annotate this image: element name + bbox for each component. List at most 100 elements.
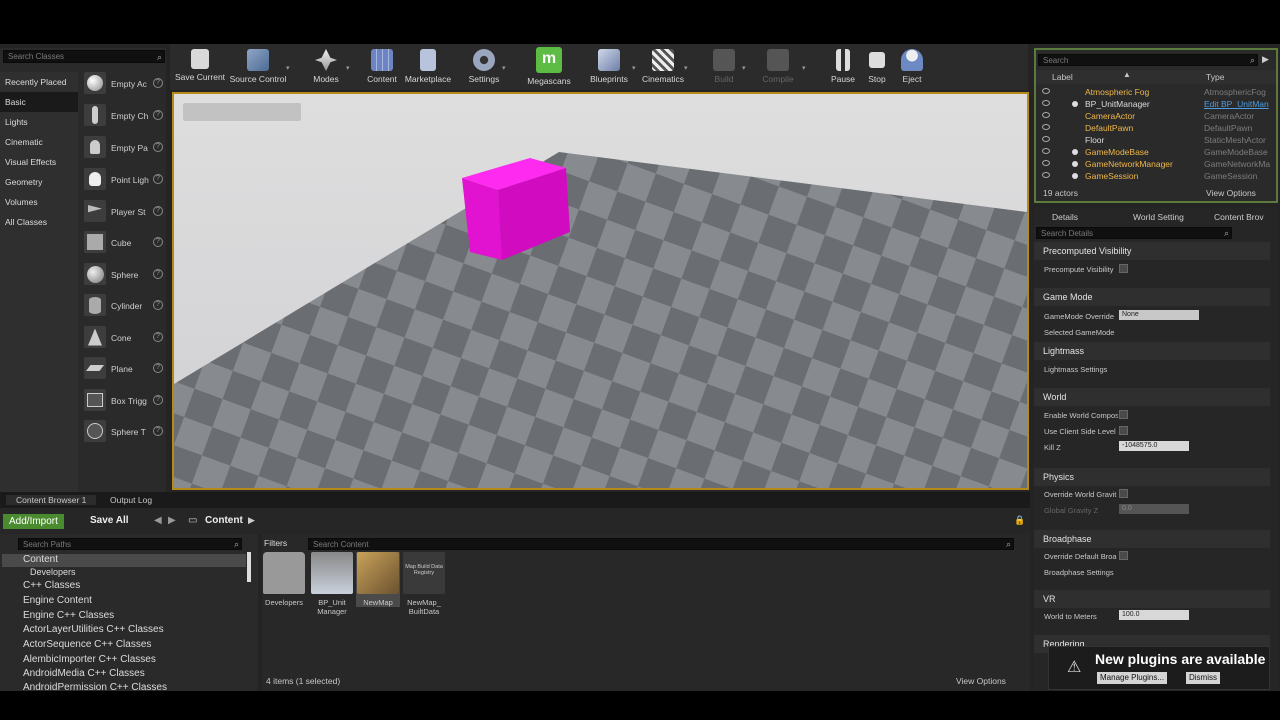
- settings-button[interactable]: Settings: [464, 46, 504, 88]
- help-icon[interactable]: ?: [153, 269, 163, 279]
- breadcrumb-arrow-icon[interactable]: ▶: [248, 515, 255, 526]
- actor-row[interactable]: Atmospheric Fog AtmosphericFog: [1042, 87, 1272, 99]
- help-icon[interactable]: ?: [153, 395, 163, 405]
- compile-button[interactable]: Compile: [758, 46, 798, 88]
- help-icon[interactable]: ?: [153, 363, 163, 373]
- cinematics-dropdown-icon[interactable]: ▾: [684, 64, 688, 72]
- path-breadcrumb[interactable]: Content: [205, 515, 243, 526]
- actor-row[interactable]: GameSession GameSession: [1042, 171, 1272, 183]
- tree-item[interactable]: ActorSequence C++ Classes: [23, 639, 151, 650]
- asset-newmap-builtdata[interactable]: Map Build Data Registry NewMap_ BuiltData: [402, 552, 446, 616]
- place-item-cylinder[interactable]: Cylinder?: [82, 292, 166, 322]
- global-gravity-input[interactable]: 0.0: [1119, 504, 1189, 514]
- content-button[interactable]: Content: [364, 46, 400, 88]
- asset-view-options-button[interactable]: View Options: [956, 676, 1006, 686]
- tree-item-developers[interactable]: Developers: [30, 567, 76, 577]
- tab-content-browser-1[interactable]: Content Browser 1: [6, 495, 97, 505]
- stop-button[interactable]: Stop: [864, 46, 890, 88]
- section-game-mode[interactable]: Game Mode: [1034, 288, 1270, 306]
- save-all-button[interactable]: Save All: [90, 515, 129, 526]
- help-icon[interactable]: ?: [153, 300, 163, 310]
- tree-item[interactable]: C++ Classes: [23, 580, 80, 591]
- search-details-input[interactable]: Search Details ⌕: [1036, 227, 1232, 239]
- tree-item-content[interactable]: Content: [23, 554, 58, 565]
- save-current-button[interactable]: Save Current: [174, 46, 226, 88]
- world-to-meters-input[interactable]: 100.0: [1119, 610, 1189, 620]
- modes-button[interactable]: Modes: [306, 46, 346, 88]
- megascans-button[interactable]: m Megascans: [524, 46, 574, 88]
- place-item-box-trigger[interactable]: Box Trigg?: [82, 387, 166, 417]
- tree-item[interactable]: Engine Content: [23, 595, 92, 606]
- gamemode-override-dropdown[interactable]: None: [1119, 310, 1199, 320]
- search-classes-input[interactable]: Search Classes ⌕: [3, 50, 165, 63]
- eye-icon[interactable]: [1042, 160, 1050, 166]
- modes-dropdown-icon[interactable]: ▾: [346, 64, 350, 72]
- help-icon[interactable]: ?: [153, 426, 163, 436]
- tab-output-log[interactable]: Output Log: [110, 495, 152, 505]
- category-visual-effects[interactable]: Visual Effects: [0, 152, 78, 172]
- tree-item[interactable]: AndroidPermission C++ Classes: [23, 682, 167, 693]
- blueprints-button[interactable]: Blueprints: [584, 46, 634, 88]
- settings-dropdown-icon[interactable]: ▾: [502, 64, 506, 72]
- help-icon[interactable]: ?: [153, 206, 163, 216]
- asset-bp-unit-manager[interactable]: BP_Unit Manager: [310, 552, 354, 616]
- asset-developers-folder[interactable]: Developers: [262, 552, 306, 607]
- place-item-cone[interactable]: Cone?: [82, 324, 166, 354]
- filters-button[interactable]: Filters: [264, 538, 287, 548]
- help-icon[interactable]: ?: [153, 78, 163, 88]
- help-icon[interactable]: ?: [153, 174, 163, 184]
- cinematics-button[interactable]: Cinematics: [640, 46, 686, 88]
- add-import-button[interactable]: Add/Import: [3, 514, 64, 529]
- tab-content-browser[interactable]: Content Brov: [1214, 208, 1264, 226]
- forward-arrow-icon[interactable]: ▶: [168, 515, 176, 526]
- prop-label[interactable]: Lightmass Settings: [1044, 365, 1118, 374]
- tree-scrollbar[interactable]: [247, 552, 251, 582]
- section-physics[interactable]: Physics: [1034, 468, 1270, 486]
- back-arrow-icon[interactable]: ◀: [154, 515, 162, 526]
- override-world-gravity-checkbox[interactable]: [1119, 489, 1128, 498]
- place-item-sphere[interactable]: Sphere?: [82, 261, 166, 291]
- eye-icon[interactable]: [1042, 172, 1050, 178]
- eye-icon[interactable]: [1042, 88, 1050, 94]
- section-precomputed-visibility[interactable]: Precomputed Visibility: [1034, 242, 1270, 260]
- eye-icon[interactable]: [1042, 112, 1050, 118]
- actor-row[interactable]: Floor StaticMeshActor: [1042, 135, 1272, 147]
- compile-dropdown-icon[interactable]: ▾: [802, 64, 806, 72]
- category-cinematic[interactable]: Cinematic: [0, 132, 78, 152]
- eject-button[interactable]: Eject: [898, 46, 926, 88]
- precompute-visibility-checkbox[interactable]: [1119, 264, 1128, 273]
- outliner-options-icon[interactable]: ▶: [1262, 54, 1269, 64]
- place-item-player-start[interactable]: Player St?: [82, 198, 166, 228]
- place-item-plane[interactable]: Plane?: [82, 355, 166, 385]
- help-icon[interactable]: ?: [153, 142, 163, 152]
- asset-newmap[interactable]: NewMap: [356, 552, 400, 607]
- actor-row[interactable]: BP_UnitManager Edit BP_UnitMan: [1042, 99, 1272, 111]
- eye-icon[interactable]: [1042, 124, 1050, 130]
- tree-item[interactable]: ActorLayerUtilities C++ Classes: [23, 624, 164, 635]
- actor-row[interactable]: GameNetworkManager GameNetworkMa: [1042, 159, 1272, 171]
- actor-row[interactable]: DefaultPawn DefaultPawn: [1042, 123, 1272, 135]
- category-recently-placed[interactable]: Recently Placed: [0, 72, 78, 92]
- prop-label[interactable]: Selected GameMode: [1044, 328, 1118, 337]
- help-icon[interactable]: ?: [153, 332, 163, 342]
- place-item-cube[interactable]: Cube?: [82, 229, 166, 259]
- category-geometry[interactable]: Geometry: [0, 172, 78, 192]
- tree-item[interactable]: AlembicImporter C++ Classes: [23, 654, 156, 665]
- place-item-empty-character[interactable]: Empty Ch?: [82, 102, 166, 132]
- section-world[interactable]: World: [1034, 388, 1270, 406]
- label-column-header[interactable]: Label: [1052, 72, 1073, 82]
- view-options-button[interactable]: View Options: [1206, 188, 1256, 198]
- override-broadphase-checkbox[interactable]: [1119, 551, 1128, 560]
- place-item-point-light[interactable]: Point Ligh?: [82, 166, 166, 196]
- actor-row[interactable]: GameModeBase GameModeBase: [1042, 147, 1272, 159]
- edit-blueprint-link[interactable]: Edit BP_UnitMan: [1204, 99, 1272, 109]
- search-paths-input[interactable]: Search Paths ⌕: [18, 538, 242, 550]
- blueprints-dropdown-icon[interactable]: ▾: [632, 64, 636, 72]
- enable-world-composition-checkbox[interactable]: [1119, 410, 1128, 419]
- source-control-dropdown-icon[interactable]: ▾: [286, 64, 290, 72]
- source-control-button[interactable]: Source Control: [228, 46, 288, 88]
- build-dropdown-icon[interactable]: ▾: [742, 64, 746, 72]
- tree-item[interactable]: AndroidMedia C++ Classes: [23, 668, 145, 679]
- section-vr[interactable]: VR: [1034, 590, 1270, 608]
- place-item-sphere-trigger[interactable]: Sphere T?: [82, 418, 166, 448]
